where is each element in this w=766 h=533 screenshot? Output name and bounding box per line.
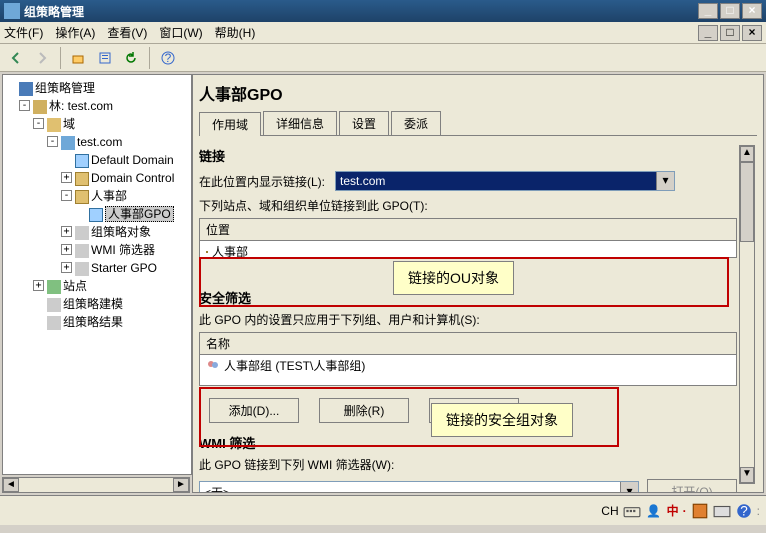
svg-text:?: ? [740,503,748,518]
nav-tree[interactable]: 组策略管理 -林: test.com -域 -test.com Default … [2,74,192,475]
tree-domains[interactable]: -域 -test.com Default Domain +Domain Cont… [47,115,189,277]
detail-pane: 人事部GPO 作用域 详细信息 设置 委派 链接 在此位置内显示链接(L): t… [192,74,764,493]
add-button[interactable]: 添加(D)... [209,398,299,423]
security-section: 安全筛选 此 GPO 内的设置只应用于下列组、用户和计算机(S): 名称 人事部… [199,288,737,386]
window-titlebar: 组策略管理 _ □ × [0,0,766,22]
tab-settings[interactable]: 设置 [339,111,389,135]
menu-file[interactable]: 文件(F) [4,24,43,41]
tree-wmi-filters[interactable]: +WMI 筛选器 [75,241,189,259]
refresh-button[interactable] [121,48,141,68]
links-location-combo[interactable]: test.com ▾ [335,171,675,191]
maximize-button[interactable]: □ [720,3,740,19]
toolbar-separator-2 [149,47,150,69]
back-button[interactable] [6,48,26,68]
tree-modeling[interactable]: 组策略建模 [47,295,189,313]
gpo-title: 人事部GPO [199,81,757,105]
menu-help[interactable]: 帮助(H) [215,24,256,41]
scroll-left-button[interactable]: ◄ [3,478,19,492]
ime-icon[interactable]: 👤 [645,502,663,520]
menu-view[interactable]: 查看(V) [107,24,147,41]
group-icon [206,359,220,373]
wmi-section: WMI 筛选 此 GPO 链接到下列 WMI 筛选器(W): <无> ▾ 打开(… [199,433,737,493]
ime-settings-icon[interactable] [691,502,709,520]
up-button[interactable] [69,48,89,68]
window-control-buttons: _ □ × [698,3,762,19]
mdi-close-button[interactable]: × [742,25,762,41]
tree-root[interactable]: 组策略管理 -林: test.com -域 -test.com Default … [19,79,189,331]
ime-ch-label: CH [601,504,618,518]
statusbar: CH 👤 中 · ? : [0,495,766,525]
menubar: 文件(F) 操作(A) 查看(V) 窗口(W) 帮助(H) _ □ × [0,22,766,44]
toolbar-separator [60,47,61,69]
wmi-label: 此 GPO 链接到下列 WMI 筛选器(W): [199,456,737,473]
dropdown-arrow-icon[interactable]: ▾ [656,172,674,190]
ime-softkbd-icon[interactable] [713,502,731,520]
menu-action[interactable]: 操作(A) [55,24,95,41]
tab-details[interactable]: 详细信息 [263,111,337,135]
svg-text:?: ? [165,51,172,65]
security-label: 此 GPO 内的设置只应用于下列组、用户和计算机(S): [199,311,737,328]
tree-sites[interactable]: +站点 [47,277,189,295]
security-col-name[interactable]: 名称 [200,333,736,355]
properties-button[interactable]: 属性(P) [429,398,519,423]
help-button[interactable]: ? [158,48,178,68]
tab-delegation[interactable]: 委派 [391,111,441,135]
scroll-right-button[interactable]: ► [173,478,189,492]
tree-domain-controllers[interactable]: +Domain Control [75,169,189,187]
tree-default-domain[interactable]: Default Domain [75,151,189,169]
links-heading: 链接 [199,146,737,165]
tree-domain[interactable]: -test.com Default Domain +Domain Control… [61,133,189,277]
forward-button[interactable] [32,48,52,68]
wmi-open-button[interactable]: 打开(O) [647,479,737,493]
ime-help-icon[interactable]: ? [735,502,753,520]
security-listbox[interactable]: 名称 人事部组 (TEST\人事部组) [199,332,737,386]
ime-dot: · [683,504,687,518]
tree-hscrollbar[interactable]: ◄ ► [2,477,190,493]
links-listbox[interactable]: 位置 人事部 [199,218,737,258]
ou-icon [206,251,208,253]
tabstrip: 作用域 详细信息 设置 委派 [199,111,757,136]
ime-keyboard-icon[interactable] [623,502,641,520]
tab-scope[interactable]: 作用域 [199,112,261,136]
tree-results[interactable]: 组策略结果 [47,313,189,331]
toolbar: ? [0,44,766,72]
security-heading: 安全筛选 [199,288,737,307]
menu-window[interactable]: 窗口(W) [159,24,202,41]
links-row-hr[interactable]: 人事部 [200,241,736,262]
mdi-control-buttons: _ □ × [698,25,762,41]
show-button[interactable] [95,48,115,68]
status-separator: : [757,504,760,518]
security-buttons: 添加(D)... 删除(R) 属性(P) [199,398,737,423]
security-row-group[interactable]: 人事部组 (TEST\人事部组) [200,355,736,376]
ime-zhong-label[interactable]: 中 [667,502,679,519]
tree-gpo-objects[interactable]: +组策略对象 [75,223,189,241]
tree-forest[interactable]: -林: test.com -域 -test.com Default Domain… [33,97,189,331]
links-list-label: 下列站点、域和组织单位链接到此 GPO(T): [199,197,737,214]
mdi-minimize-button[interactable]: _ [698,25,718,41]
scroll-down-button[interactable]: ▼ [740,467,754,483]
links-show-label: 在此位置内显示链接(L): [199,173,325,190]
dropdown-arrow-icon[interactable]: ▾ [620,482,638,494]
tree-hr-gpo[interactable]: 人事部GPO [89,205,189,223]
app-icon [4,3,20,19]
tree-hr-ou[interactable]: -人事部 人事部GPO [75,187,189,223]
mdi-restore-button[interactable]: □ [720,25,740,41]
scroll-up-button[interactable]: ▲ [740,146,754,162]
links-col-location[interactable]: 位置 [200,219,736,241]
minimize-button[interactable]: _ [698,3,718,19]
detail-vscrollbar[interactable]: ▲ ▼ [739,145,755,484]
workspace: 组策略管理 -林: test.com -域 -test.com Default … [0,72,766,495]
close-button[interactable]: × [742,3,762,19]
remove-button[interactable]: 删除(R) [319,398,409,423]
scroll-thumb[interactable] [740,162,754,242]
tree-starter-gpo[interactable]: +Starter GPO [75,259,189,277]
wmi-filter-select[interactable]: <无> ▾ [199,481,639,494]
window-title: 组策略管理 [24,3,698,20]
wmi-heading: WMI 筛选 [199,433,737,452]
links-section: 链接 在此位置内显示链接(L): test.com ▾ 下列站点、域和组织单位链… [199,146,737,258]
